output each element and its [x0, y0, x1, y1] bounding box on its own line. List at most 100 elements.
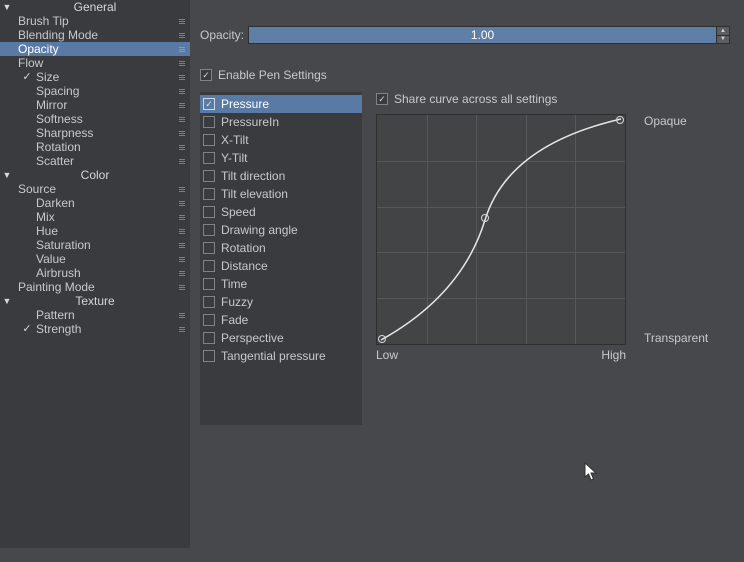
tree-item[interactable]: Spacing: [0, 84, 190, 98]
sensor-row[interactable]: Time: [200, 275, 362, 293]
sensor-checkbox[interactable]: [203, 224, 215, 236]
drag-handle-icon[interactable]: [178, 229, 186, 234]
drag-handle-icon[interactable]: [178, 47, 186, 52]
sensor-row[interactable]: Fade: [200, 311, 362, 329]
enable-pen-settings-row[interactable]: ✓ Enable Pen Settings: [200, 68, 730, 82]
sensor-checkbox[interactable]: [203, 350, 215, 362]
sensor-row[interactable]: Speed: [200, 203, 362, 221]
tree-item[interactable]: Saturation: [0, 238, 190, 252]
collapse-triangle-icon[interactable]: ▼: [0, 0, 14, 14]
opacity-slider-row: Opacity: 1.00 ▲ ▼: [200, 26, 730, 44]
section-header[interactable]: ▼General: [0, 0, 190, 14]
tree-item[interactable]: Mirror: [0, 98, 190, 112]
spinner-down-icon[interactable]: ▼: [717, 36, 729, 44]
drag-handle-icon[interactable]: [178, 33, 186, 38]
opacity-slider[interactable]: 1.00 ▲ ▼: [248, 26, 730, 44]
tree-item[interactable]: Airbrush: [0, 266, 190, 280]
tree-item[interactable]: Rotation: [0, 140, 190, 154]
sensor-checkbox[interactable]: [203, 116, 215, 128]
sensor-row[interactable]: Tilt elevation: [200, 185, 362, 203]
drag-handle-icon[interactable]: [178, 117, 186, 122]
curve-handle-end[interactable]: [616, 116, 624, 124]
drag-handle-icon[interactable]: [178, 159, 186, 164]
sensor-row[interactable]: Distance: [200, 257, 362, 275]
collapse-triangle-icon[interactable]: ▼: [0, 294, 14, 308]
drag-handle-icon[interactable]: [178, 257, 186, 262]
tree-item[interactable]: Blending Mode: [0, 28, 190, 42]
drag-handle-icon[interactable]: [178, 89, 186, 94]
drag-handle-icon[interactable]: [178, 243, 186, 248]
tree-item-label: Size: [36, 70, 178, 84]
sensor-row[interactable]: X-Tilt: [200, 131, 362, 149]
enable-pen-settings-checkbox[interactable]: ✓: [200, 69, 212, 81]
collapse-triangle-icon[interactable]: ▼: [0, 168, 14, 182]
tree-item[interactable]: Brush Tip: [0, 14, 190, 28]
curve-handle-start[interactable]: [378, 335, 386, 343]
sensor-label: Y-Tilt: [221, 151, 362, 165]
drag-handle-icon[interactable]: [178, 187, 186, 192]
tree-item-label: Source: [18, 182, 178, 196]
sensor-label: Drawing angle: [221, 223, 362, 237]
drag-handle-icon[interactable]: [178, 313, 186, 318]
tree-item[interactable]: Sharpness: [0, 126, 190, 140]
sensor-checkbox[interactable]: [203, 170, 215, 182]
share-curve-checkbox[interactable]: ✓: [376, 93, 388, 105]
drag-handle-icon[interactable]: [178, 327, 186, 332]
sensor-checkbox[interactable]: [203, 314, 215, 326]
section-header[interactable]: ▼Texture: [0, 294, 190, 308]
sensor-checkbox[interactable]: [203, 278, 215, 290]
drag-handle-icon[interactable]: [178, 103, 186, 108]
tree-item[interactable]: Scatter: [0, 154, 190, 168]
tree-item[interactable]: Hue: [0, 224, 190, 238]
tree-item[interactable]: Mix: [0, 210, 190, 224]
sensor-row[interactable]: Tangential pressure: [200, 347, 362, 365]
tree-item[interactable]: Softness: [0, 112, 190, 126]
sensor-row[interactable]: Rotation: [200, 239, 362, 257]
opacity-slider-track[interactable]: 1.00: [248, 26, 717, 44]
tree-item[interactable]: Darken: [0, 196, 190, 210]
drag-handle-icon[interactable]: [178, 61, 186, 66]
tree-item[interactable]: Opacity: [0, 42, 190, 56]
sensor-row[interactable]: PressureIn: [200, 113, 362, 131]
sensor-list[interactable]: ✓PressurePressureInX-Tilt Y-Tilt Tilt dire…: [200, 92, 362, 425]
pressure-curve-editor[interactable]: [376, 114, 626, 345]
sensor-checkbox[interactable]: [203, 206, 215, 218]
sensor-checkbox[interactable]: ✓: [203, 98, 215, 110]
sensor-row[interactable]: Perspective: [200, 329, 362, 347]
brush-property-tree[interactable]: ▼GeneralBrush TipBlending ModeOpacityFlo…: [0, 0, 190, 548]
drag-handle-icon[interactable]: [178, 145, 186, 150]
sensor-checkbox[interactable]: [203, 260, 215, 272]
sensor-checkbox[interactable]: [203, 296, 215, 308]
drag-handle-icon[interactable]: [178, 271, 186, 276]
sensor-label: Tilt elevation: [221, 187, 362, 201]
drag-handle-icon[interactable]: [178, 131, 186, 136]
tree-item[interactable]: Value: [0, 252, 190, 266]
sensor-checkbox[interactable]: [203, 152, 215, 164]
sensor-checkbox[interactable]: [203, 134, 215, 146]
sensor-row[interactable]: Drawing angle: [200, 221, 362, 239]
drag-handle-icon[interactable]: [178, 215, 186, 220]
tree-item[interactable]: Source: [0, 182, 190, 196]
section-title: Color: [0, 168, 190, 182]
sensor-row[interactable]: Fuzzy: [200, 293, 362, 311]
sensor-row[interactable]: Y-Tilt: [200, 149, 362, 167]
tree-item[interactable]: Flow: [0, 56, 190, 70]
section-header[interactable]: ▼Color: [0, 168, 190, 182]
tree-item[interactable]: ✓Size: [0, 70, 190, 84]
curve-handle-mid[interactable]: [481, 214, 489, 222]
sensor-checkbox[interactable]: [203, 188, 215, 200]
share-curve-row[interactable]: ✓ Share curve across all settings: [376, 92, 730, 106]
sensor-checkbox[interactable]: [203, 242, 215, 254]
drag-handle-icon[interactable]: [178, 285, 186, 290]
sensor-row[interactable]: Tilt direction: [200, 167, 362, 185]
drag-handle-icon[interactable]: [178, 201, 186, 206]
tree-item[interactable]: ✓Strength: [0, 322, 190, 336]
tree-item[interactable]: Painting Mode: [0, 280, 190, 294]
tree-item[interactable]: Pattern: [0, 308, 190, 322]
sensor-checkbox[interactable]: [203, 332, 215, 344]
drag-handle-icon[interactable]: [178, 19, 186, 24]
opacity-spinner[interactable]: ▲ ▼: [717, 26, 730, 44]
spinner-up-icon[interactable]: ▲: [717, 27, 729, 36]
drag-handle-icon[interactable]: [178, 75, 186, 80]
sensor-row[interactable]: ✓Pressure: [200, 95, 362, 113]
